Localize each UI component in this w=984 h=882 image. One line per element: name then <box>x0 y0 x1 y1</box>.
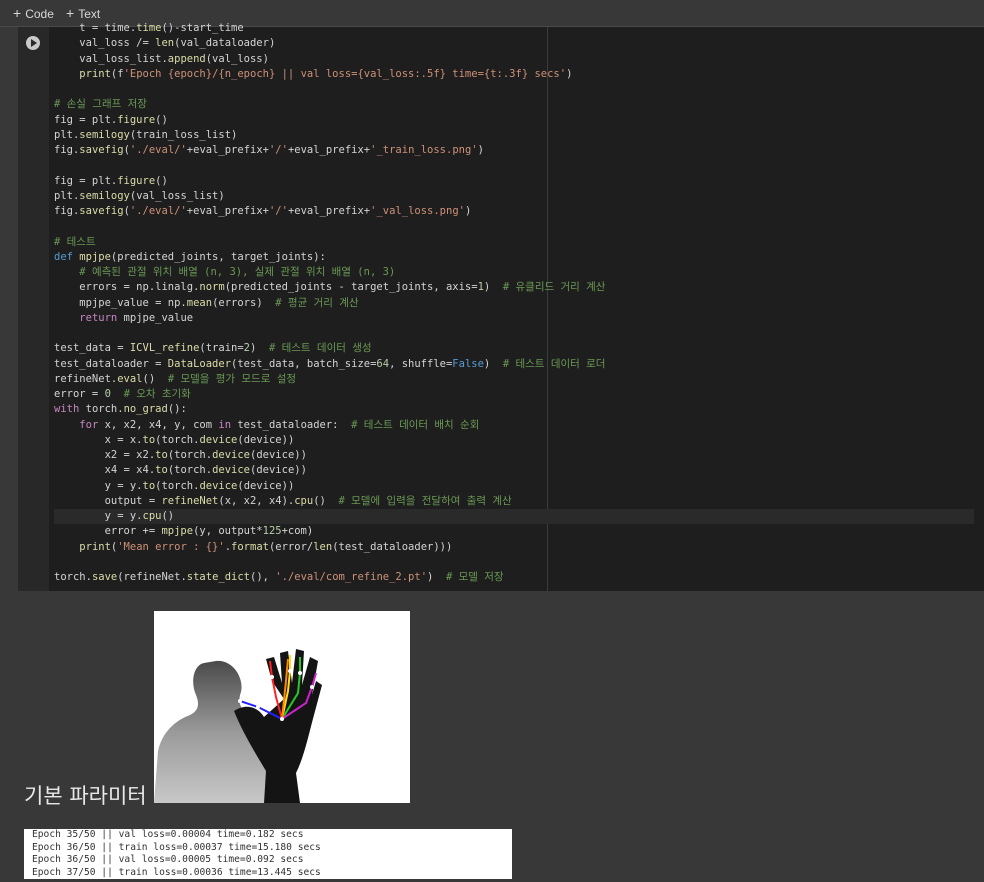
code-line[interactable]: plt.semilogy(val_loss_list) <box>54 189 974 204</box>
log-line: Epoch 37/50 || train loss=0.00036 time=1… <box>32 866 321 878</box>
code-line[interactable]: x2 = x2.to(torch.device(device)) <box>54 448 974 463</box>
code-line[interactable] <box>54 158 974 173</box>
code-line[interactable]: def mpjpe(predicted_joints, target_joint… <box>54 250 974 265</box>
training-log-output: Epoch 35/50 || val loss=0.00004 time=0.1… <box>24 829 512 879</box>
code-line[interactable] <box>54 219 974 234</box>
code-line[interactable] <box>54 326 974 341</box>
code-line[interactable]: y = y.to(torch.device(device)) <box>54 479 974 494</box>
code-line[interactable]: x4 = x4.to(torch.device(device)) <box>54 463 974 478</box>
section-heading: 기본 파라미터 <box>24 784 147 808</box>
code-line[interactable]: mpjpe_value = np.mean(errors) # 평균 거리 계산 <box>54 296 974 311</box>
add-code-label: Code <box>25 7 54 21</box>
code-line[interactable]: # 예측된 관절 위치 배열 (n, 3), 실제 관절 위치 배열 (n, 3… <box>54 265 974 280</box>
code-editor[interactable]: t = time.time()-start_time val_loss /= l… <box>54 21 974 585</box>
depth-hand-skeleton-image <box>154 649 322 803</box>
plus-icon: + <box>66 5 75 21</box>
code-line[interactable]: output = refineNet(x, x2, x4).cpu() # 모델… <box>54 494 974 509</box>
code-line[interactable]: error += mpjpe(y, output*125+com) <box>54 524 974 539</box>
code-line[interactable]: errors = np.linalg.norm(predicted_joints… <box>54 280 974 295</box>
code-line[interactable]: refineNet.eval() # 모델을 평가 모드로 설정 <box>54 372 974 387</box>
code-line[interactable]: fig = plt.figure() <box>54 113 974 128</box>
code-line[interactable]: fig.savefig('./eval/'+eval_prefix+'/'+ev… <box>54 143 974 158</box>
code-line[interactable]: plt.semilogy(train_loss_list) <box>54 128 974 143</box>
log-line: Epoch 36/50 || train loss=0.00037 time=1… <box>32 841 321 853</box>
add-text-button[interactable]: + Text <box>66 4 100 22</box>
code-line[interactable] <box>54 555 974 570</box>
code-line[interactable]: error = 0 # 오차 초기화 <box>54 387 974 402</box>
code-line[interactable]: fig = plt.figure() <box>54 174 974 189</box>
hand-pose-output-image <box>154 611 410 803</box>
code-line[interactable]: val_loss /= len(val_dataloader) <box>54 36 974 51</box>
code-line[interactable]: t = time.time()-start_time <box>54 21 974 36</box>
cell-gutter <box>18 27 49 591</box>
code-line[interactable]: print('Mean error : {}'.format(error/len… <box>54 540 974 555</box>
log-line: Epoch 35/50 || val loss=0.00004 time=0.1… <box>32 829 304 840</box>
code-line[interactable]: for x, x2, x4, y, com in test_dataloader… <box>54 418 974 433</box>
code-line[interactable]: # 테스트 <box>54 235 974 250</box>
code-line[interactable]: torch.save(refineNet.state_dict(), './ev… <box>54 570 974 585</box>
code-cell[interactable]: t = time.time()-start_time val_loss /= l… <box>18 22 984 591</box>
code-line[interactable] <box>54 82 974 97</box>
code-line[interactable]: # 손실 그래프 저장 <box>54 97 974 112</box>
code-line[interactable]: test_data = ICVL_refine(train=2) # 테스트 데… <box>54 341 974 356</box>
code-line[interactable]: print(f'Epoch {epoch}/{n_epoch} || val l… <box>54 67 974 82</box>
code-line[interactable]: y = y.cpu() <box>54 509 974 525</box>
plus-icon: + <box>13 5 22 21</box>
code-line[interactable]: test_dataloader = DataLoader(test_data, … <box>54 357 974 372</box>
log-line: Epoch 36/50 || val loss=0.00005 time=0.0… <box>32 854 304 865</box>
code-line[interactable]: fig.savefig('./eval/'+eval_prefix+'/'+ev… <box>54 204 974 219</box>
add-code-button[interactable]: + Code <box>13 4 54 22</box>
run-cell-icon[interactable] <box>26 36 40 50</box>
code-line[interactable]: x = x.to(torch.device(device)) <box>54 433 974 448</box>
code-line[interactable]: return mpjpe_value <box>54 311 974 326</box>
add-text-label: Text <box>78 7 101 21</box>
code-line[interactable]: with torch.no_grad(): <box>54 402 974 417</box>
code-line[interactable]: val_loss_list.append(val_loss) <box>54 52 974 67</box>
